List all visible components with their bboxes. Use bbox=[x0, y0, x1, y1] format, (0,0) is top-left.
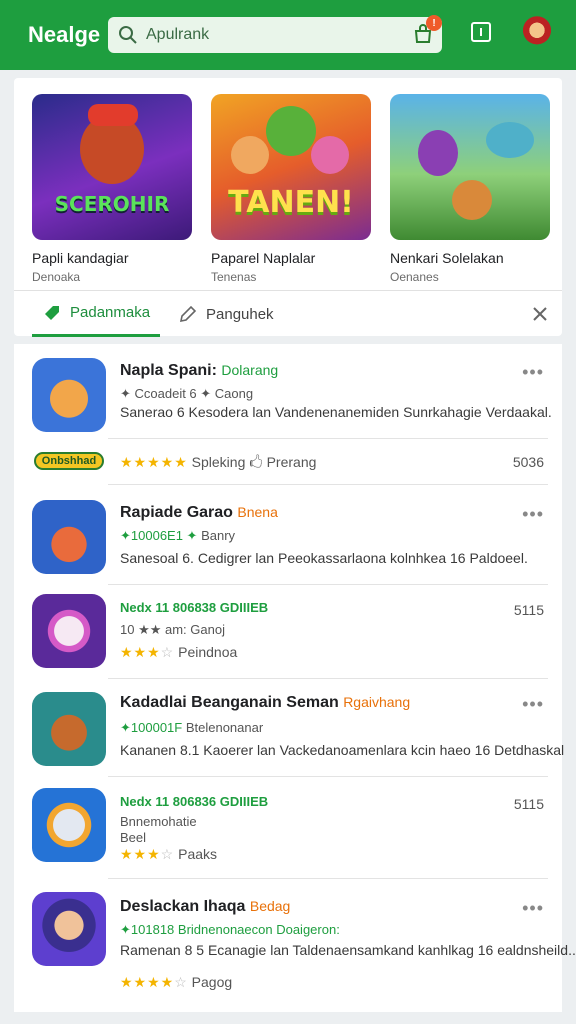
tab-label: Padanmaka bbox=[70, 304, 151, 321]
more-options-icon[interactable]: ••• bbox=[522, 362, 544, 383]
app-stat: 5036 bbox=[512, 454, 544, 470]
app-name: Nedx 11 806836 GDIIIEB bbox=[120, 794, 269, 809]
app-description: Sanerao 6 Kesodera lan Vandenenanemiden … bbox=[120, 404, 552, 420]
featured-subtitle: Oenanes bbox=[390, 270, 439, 284]
app-stat: 5115 bbox=[513, 796, 544, 812]
app-description: Kananen 8.1 Kaoerer lan Vackedanoamenlar… bbox=[120, 742, 565, 758]
featured-subtitle: Tenenas bbox=[211, 270, 257, 284]
app-brand: Nealge bbox=[28, 22, 101, 47]
app-meta: ✦10006E1 ✦ Banry bbox=[120, 528, 236, 543]
app-tag: Bnena bbox=[237, 504, 278, 520]
featured-item[interactable]: TANEN! Paparel Naplalar Tenenas bbox=[211, 94, 371, 284]
list-item[interactable]: Napla Spani: Dolarang ✦ Ccoadeit 6 ✦ Cao… bbox=[14, 344, 562, 482]
tab-label: Panguhek bbox=[206, 305, 274, 323]
featured-title: Paparel Naplalar bbox=[211, 250, 316, 266]
app-icon bbox=[32, 358, 106, 432]
app-name: Kadadlai Beanganain Seman Rgaivhang bbox=[120, 694, 411, 711]
avatar[interactable] bbox=[520, 15, 554, 49]
list-item[interactable]: Kadadlai Beanganain Seman Rgaivhang ✦100… bbox=[14, 684, 565, 776]
bag-button[interactable]: ! bbox=[412, 15, 442, 45]
list-item[interactable]: Nedx 11 806836 GDIIIEB Bnnemohatie Beel … bbox=[14, 784, 562, 874]
app-tag: Dolarang bbox=[221, 362, 279, 378]
featured-logo: SCEROHIR bbox=[54, 192, 170, 216]
app-name: Rapiade Garao Bnena bbox=[120, 504, 278, 521]
featured-card: SCEROHIR Papli kandagiar Denoaka TANEN! … bbox=[14, 78, 562, 337]
category-badge: Onbshhad bbox=[34, 452, 104, 470]
app-rating: ★★★☆ Paaks bbox=[120, 846, 218, 862]
featured-title: Nenkari Solelakan bbox=[390, 250, 504, 266]
app-meta-secondary: Beel bbox=[120, 830, 147, 845]
notification-badge: ! bbox=[426, 15, 442, 31]
app-rating: ★★★★☆ Pagog bbox=[120, 974, 233, 990]
app-meta: ✦101818 Bridnenonaecon Doaigeron: bbox=[120, 922, 340, 937]
search-icon bbox=[119, 26, 137, 44]
divider bbox=[108, 878, 548, 879]
app-name: Deslackan Ihaqa Bedag bbox=[120, 898, 291, 915]
tab-inactive[interactable]: Panguhek bbox=[178, 291, 274, 337]
app-list: Napla Spani: Dolarang ✦ Ccoadeit 6 ✦ Cao… bbox=[14, 344, 576, 1012]
star-rating-icon: ★★★★☆ bbox=[120, 974, 188, 990]
divider bbox=[108, 438, 548, 439]
star-rating-icon: ★★★★★ bbox=[120, 454, 188, 470]
search-placeholder: Apulrank bbox=[146, 26, 210, 43]
star-rating-icon: ★★★☆ bbox=[120, 644, 175, 660]
featured-thumbnail: SCEROHIR bbox=[32, 94, 192, 240]
divider bbox=[108, 678, 548, 679]
tab-bar: Padanmaka Panguhek bbox=[14, 290, 562, 337]
thumb-icon: 🖒 bbox=[249, 454, 263, 470]
app-stat: 5115 bbox=[513, 602, 544, 618]
list-item[interactable]: Deslackan Ihaqa Bedag ✦101818 Bridnenona… bbox=[14, 884, 576, 1012]
pencil-icon bbox=[179, 305, 197, 323]
featured-subtitle: Denoaka bbox=[32, 270, 81, 284]
tab-active[interactable]: Padanmaka bbox=[32, 291, 161, 337]
app-meta: ✦100001F Btelenonanar bbox=[120, 720, 264, 735]
info-box-icon[interactable] bbox=[469, 20, 493, 44]
more-options-icon[interactable]: ••• bbox=[522, 694, 544, 715]
more-options-icon[interactable]: ••• bbox=[522, 504, 544, 525]
app-meta: Bnnemohatie bbox=[120, 814, 197, 829]
app-tag: Bedag bbox=[249, 898, 291, 914]
app-icon bbox=[32, 892, 106, 966]
featured-title: Papli kandagiar bbox=[32, 250, 129, 266]
app-icon bbox=[32, 692, 106, 766]
featured-item[interactable]: SCEROHIR Papli kandagiar Denoaka bbox=[32, 94, 192, 284]
search-bar[interactable]: Apulrank ! bbox=[108, 15, 442, 53]
divider bbox=[108, 584, 548, 585]
top-app-bar: Nealge Apulrank ! bbox=[0, 0, 576, 70]
featured-item[interactable]: Nenkari Solelakan Oenanes bbox=[390, 94, 550, 284]
list-item[interactable]: Rapiade Garao Bnena ✦10006E1 ✦ Banry San… bbox=[14, 490, 562, 584]
app-name: Nedx 11 806838 GDIIIEB bbox=[120, 600, 269, 615]
divider bbox=[108, 484, 548, 485]
more-options-icon[interactable]: ••• bbox=[522, 898, 544, 919]
close-icon[interactable] bbox=[530, 304, 550, 324]
featured-logo: TANEN! bbox=[228, 185, 354, 220]
app-meta: 10 ★★ am: Ganoj bbox=[120, 622, 225, 637]
list-item[interactable]: Nedx 11 806838 GDIIIEB 10 ★★ am: Ganoj ★… bbox=[14, 590, 562, 680]
featured-thumbnail bbox=[390, 94, 550, 240]
app-tag: Rgaivhang bbox=[343, 694, 411, 710]
app-rating: ★★★☆ Peindnoa bbox=[120, 644, 238, 660]
app-icon bbox=[32, 500, 106, 574]
app-rating: ★★★★★ Spleking 🖒 Prerang bbox=[120, 454, 317, 470]
app-meta: ✦ Ccoadeit 6 ✦ Caong bbox=[120, 386, 254, 401]
app-icon bbox=[32, 788, 106, 862]
star-rating-icon: ★★★☆ bbox=[120, 846, 175, 862]
app-description: Sanesoal 6. Cedigrer lan Peeokassarlaona… bbox=[120, 550, 528, 566]
app-icon bbox=[32, 594, 106, 668]
featured-thumbnail: TANEN! bbox=[211, 94, 371, 240]
tag-icon bbox=[45, 305, 59, 320]
app-description: Ramenan 8 5 Ecanagie lan Taldenaensamkan… bbox=[120, 942, 576, 958]
app-name: Napla Spani: Dolarang bbox=[120, 362, 279, 379]
divider bbox=[108, 776, 548, 777]
